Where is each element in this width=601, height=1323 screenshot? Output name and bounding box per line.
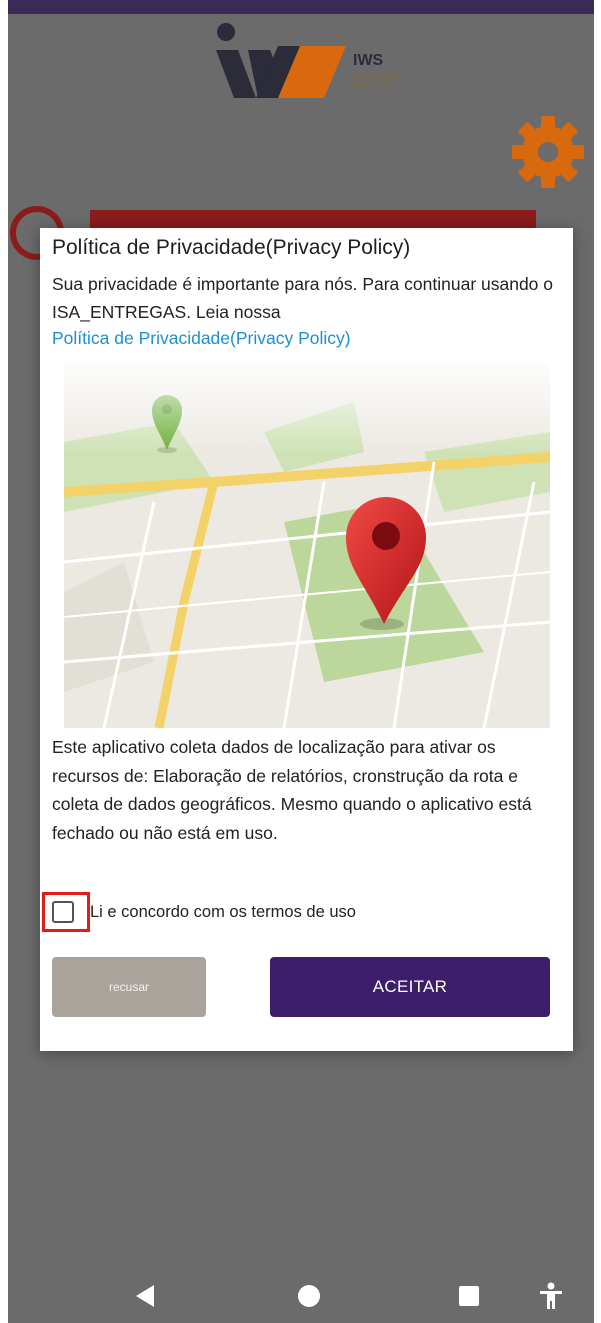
privacy-policy-link[interactable]: Política de Privacidade(Privacy Policy): [52, 328, 351, 349]
dialog-description: Este aplicativo coleta dados de localiza…: [52, 737, 532, 843]
navigation-bar: [8, 1265, 594, 1323]
logo-text: IWS: [353, 52, 384, 69]
terms-checkbox[interactable]: [52, 901, 74, 923]
logo-subtitle: INTELLIWARE SOLUTIONS: [353, 74, 400, 89]
map-illustration: [64, 362, 550, 728]
refuse-button[interactable]: recusar: [52, 957, 206, 1017]
phone-screen: IWS INTELLIWARE SOLUTIONS Política de Pr…: [8, 0, 594, 1323]
dialog-title: Política de Privacidade(Privacy Policy): [52, 236, 411, 259]
status-bar: [8, 0, 594, 14]
terms-row: Li e concordo com os termos de uso: [40, 892, 573, 934]
dialog-intro: Sua privacidade é importante para nós. P…: [52, 274, 554, 322]
accessibility-icon[interactable]: [536, 1281, 566, 1311]
back-triangle-icon[interactable]: [130, 1281, 160, 1311]
gear-icon[interactable]: [508, 112, 588, 192]
terms-label: Li e concordo com os termos de uso: [90, 903, 356, 921]
accept-button[interactable]: ACEITAR: [270, 957, 550, 1017]
privacy-dialog: Política de Privacidade(Privacy Policy) …: [40, 228, 573, 1051]
home-circle-icon[interactable]: [294, 1281, 324, 1311]
recents-square-icon[interactable]: [454, 1281, 484, 1311]
